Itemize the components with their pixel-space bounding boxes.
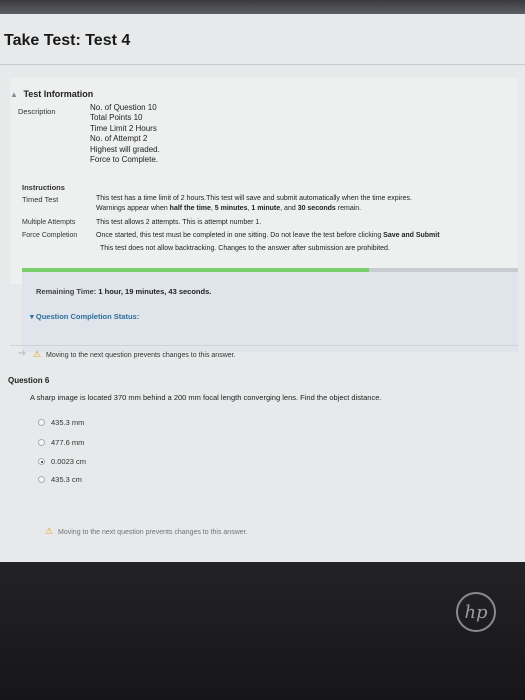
remaining-time-value: 1 hour, 19 minutes, 43 seconds. — [98, 287, 212, 296]
description-line: No. of Attempt 2 — [90, 134, 148, 143]
instructions-label: Instructions — [22, 183, 65, 192]
test-information-heading: Test Information — [23, 89, 94, 99]
test-information-toggle[interactable]: ▲ Test Information — [10, 89, 93, 99]
description-line: Time Limit 2 Hours — [90, 124, 157, 133]
remaining-time: Remaining Time: 1 hour, 19 minutes, 43 s… — [36, 287, 211, 296]
warning-message-bottom: ⚠ Moving to the next question prevents c… — [45, 526, 248, 537]
and-text: , and — [280, 205, 298, 212]
question-completion-status-toggle[interactable]: ▾ Question Completion Status: — [30, 312, 139, 321]
answer-option-text: 477.6 mm — [51, 438, 85, 447]
thirty-seconds-text: 30 seconds — [297, 205, 336, 212]
description-line: No. of Question 10 — [90, 103, 157, 112]
multiple-attempts-label: Multiple Attempts — [22, 219, 76, 226]
question-text: A sharp image is located 370 mm behind a… — [30, 393, 382, 402]
hp-logo: hp — [456, 592, 496, 632]
description-line: Total Points 10 — [90, 113, 143, 122]
answer-option[interactable]: 435.3 mm — [38, 418, 84, 427]
description-line: Highest will graded. — [90, 145, 160, 154]
radio-button[interactable] — [38, 439, 45, 446]
answer-option[interactable]: 0.0023 cm — [38, 457, 86, 466]
save-and-submit-text: Save and Submit — [383, 232, 440, 239]
page-title: Take Test: Test 4 — [4, 32, 131, 49]
remain-text: remain. — [335, 205, 362, 212]
force-completion-label: Force Completion — [22, 232, 78, 239]
laptop-bezel — [0, 562, 525, 700]
warning-text: Moving to the next question prevents cha… — [58, 529, 248, 536]
answer-option-text: 0.0023 cm — [51, 457, 87, 466]
radio-button[interactable] — [38, 419, 45, 426]
timed-test-label: Timed Test — [22, 195, 59, 204]
force-completion-text: Once started, this test must be complete… — [96, 231, 440, 241]
answer-option-text: 435.3 cm — [51, 475, 82, 484]
backtracking-text: This test does not allow backtracking. C… — [100, 245, 390, 252]
browser-top-edge — [0, 0, 525, 14]
question-completion-status-label: Question Completion Status: — [35, 312, 140, 321]
timed-test-text: This test has a time limit of 2 hours.Th… — [96, 195, 412, 202]
timed-test-warnings: Warnings appear when half the time, 5 mi… — [96, 204, 361, 214]
title-divider — [0, 64, 525, 65]
arrow-right-icon: ➜ — [18, 348, 27, 359]
answer-option[interactable]: 435.3 cm — [38, 475, 82, 484]
description-label: Description — [18, 107, 56, 116]
radio-button[interactable] — [38, 476, 45, 483]
one-minute-text: 1 minute — [251, 205, 281, 212]
question-label: Question 6 — [8, 376, 50, 385]
section-divider — [10, 345, 518, 346]
multiple-attempts-text: This test allows 2 attempts. This is att… — [96, 219, 262, 226]
description-line: Force to Complete. — [90, 155, 159, 164]
warnings-text: Warnings appear when — [96, 205, 170, 212]
answer-option-text: 435.3 mm — [51, 418, 85, 427]
half-time-text: half the time — [169, 205, 211, 212]
warning-triangle-icon: ⚠ — [45, 526, 54, 536]
radio-button-selected[interactable] — [38, 458, 45, 465]
warning-text: Moving to the next question prevents cha… — [46, 352, 236, 359]
warning-message-top: ⚠ Moving to the next question prevents c… — [33, 349, 236, 360]
collapse-caret-icon: ▲ — [10, 90, 18, 99]
answer-option[interactable]: 477.6 mm — [38, 438, 84, 447]
force-completion-line: Once started, this test must be complete… — [96, 232, 384, 239]
remaining-time-label: Remaining Time: — [36, 287, 97, 296]
warning-triangle-icon: ⚠ — [33, 349, 42, 359]
five-minutes-text: 5 minutes — [214, 205, 248, 212]
